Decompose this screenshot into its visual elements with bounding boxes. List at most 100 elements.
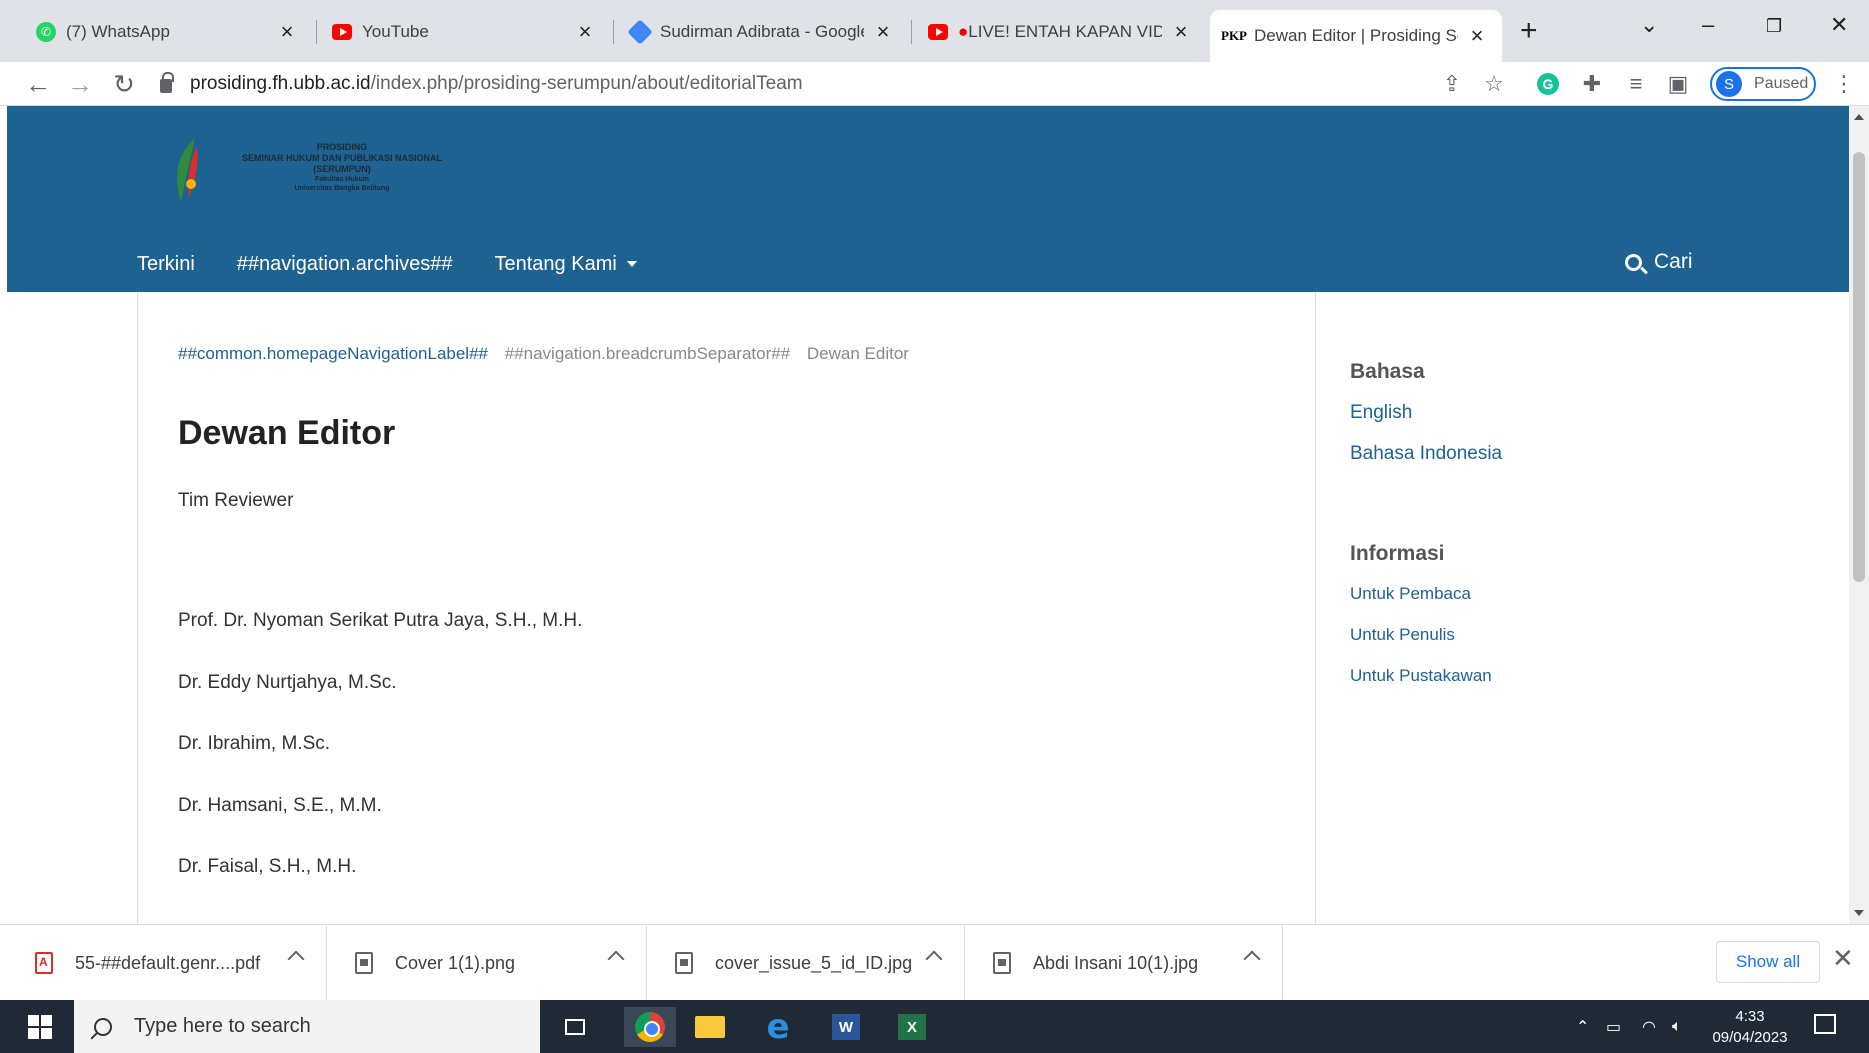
nav-archives[interactable]: ##navigation.archives## (237, 253, 453, 276)
forward-button[interactable]: → (62, 66, 98, 102)
scroll-down-icon[interactable] (1854, 910, 1864, 916)
avatar: S (1716, 71, 1742, 97)
scrollbar-thumb[interactable] (1853, 152, 1865, 582)
close-icon[interactable]: × (872, 19, 894, 45)
tab-separator (316, 20, 317, 44)
address-bar[interactable]: prosiding.fh.ubb.ac.id/index.php/prosidi… (160, 64, 1440, 104)
wifi-icon[interactable]: ◠ (1642, 1000, 1656, 1053)
bookmark-star-icon[interactable]: ☆ (1480, 70, 1508, 98)
clock-date: 09/04/2023 (1712, 1029, 1788, 1046)
search-link[interactable]: Cari (1625, 250, 1693, 274)
edge-icon[interactable]: e (758, 1007, 798, 1047)
url-path: /index.php/prosiding-serumpun/about/edit… (370, 73, 803, 94)
member-list: Prof. Dr. Nyoman Serikat Putra Jaya, S.H… (178, 610, 582, 918)
grammarly-icon[interactable]: G (1534, 70, 1562, 98)
tab-google-scholar[interactable]: Sudirman Adibrata - Google × (616, 10, 908, 54)
download-item[interactable]: Abdi Insani 10(1).jpg (965, 925, 1283, 1001)
excel-icon[interactable]: X (892, 1007, 932, 1047)
tab-search-icon[interactable]: ⌄ (1640, 12, 1658, 38)
info-heading: Informasi (1350, 542, 1445, 565)
menu-kebab-icon[interactable]: ⋮ (1830, 70, 1858, 98)
download-item[interactable]: Cover 1(1).png (327, 925, 647, 1001)
minimize-button[interactable]: – (1702, 12, 1714, 38)
close-icon[interactable]: × (574, 19, 596, 45)
pkp-icon: PKP (1221, 26, 1247, 46)
breadcrumb-current: Dewan Editor (806, 344, 909, 363)
close-icon[interactable]: × (1466, 23, 1488, 49)
tray-chevron-icon[interactable]: ⌃ (1576, 1000, 1589, 1053)
main-navigation: Terkini ##navigation.archives## Tentang … (137, 246, 679, 282)
breadcrumb: ##common.homepageNavigationLabel## ##nav… (178, 344, 921, 364)
breadcrumb-home-link[interactable]: ##common.homepageNavigationLabel## (178, 344, 488, 363)
nav-about[interactable]: Tentang Kami (495, 253, 637, 276)
download-item[interactable]: cover_issue_5_id_ID.jpg (647, 925, 965, 1001)
image-file-icon (675, 952, 693, 974)
tab-dewan-editor[interactable]: PKP Dewan Editor | Prosiding Ser × (1210, 10, 1502, 62)
page-scrollbar[interactable] (1849, 106, 1869, 924)
live-dot-icon: ● (958, 22, 969, 41)
chevron-up-icon[interactable] (1243, 950, 1261, 968)
download-filename: Abdi Insani 10(1).jpg (1033, 952, 1199, 973)
info-link-authors[interactable]: Untuk Penulis (1350, 625, 1492, 666)
word-icon[interactable]: W (826, 1007, 866, 1047)
side-panel-icon[interactable]: ▣ (1664, 70, 1692, 98)
windows-start-icon[interactable] (28, 1015, 52, 1039)
chevron-up-icon[interactable] (287, 950, 305, 968)
list-item: Dr. Eddy Nurtjahya, M.Sc. (178, 671, 397, 693)
list-item: Dr. Ibrahim, M.Sc. (178, 733, 331, 754)
close-icon[interactable]: × (1170, 19, 1192, 45)
reading-list-icon[interactable]: ≡ (1622, 70, 1650, 98)
logo-line: (SERUMPUN) (313, 164, 371, 174)
show-all-button[interactable]: Show all (1716, 941, 1820, 983)
share-icon[interactable]: ⇪ (1438, 70, 1466, 98)
taskbar-search-placeholder: Type here to search (134, 1015, 311, 1037)
logo-text: PROSIDING SEMINAR HUKUM DAN PUBLIKASI NA… (217, 142, 467, 193)
profile-button[interactable]: S Paused (1710, 67, 1816, 101)
download-item[interactable]: 55-##default.genr....pdf (7, 925, 327, 1001)
downloads-bar: 55-##default.genr....pdf Cover 1(1).png … (0, 924, 1869, 1001)
taskbar-search-input[interactable]: Type here to search (74, 1000, 540, 1053)
download-filename: cover_issue_5_id_ID.jpg (715, 952, 913, 973)
tab-whatsapp[interactable]: ✆ (7) WhatsApp × (22, 10, 312, 54)
tab-youtube[interactable]: YouTube × (318, 10, 610, 54)
chrome-icon[interactable] (624, 1007, 676, 1047)
notification-icon[interactable] (1814, 1014, 1836, 1034)
language-block: Bahasa English Bahasa Indonesia (1350, 360, 1502, 484)
search-label: Cari (1654, 250, 1693, 273)
browser-toolbar: ← → ↻ prosiding.fh.ubb.ac.id/index.php/p… (0, 62, 1869, 106)
reload-button[interactable]: ↻ (106, 66, 142, 102)
logo-line: PROSIDING (316, 142, 368, 152)
info-link-librarians[interactable]: Untuk Pustakawan (1350, 666, 1492, 707)
chevron-up-icon[interactable] (607, 950, 625, 968)
language-link-english[interactable]: English (1350, 402, 1502, 443)
info-link-readers[interactable]: Untuk Pembaca (1350, 584, 1492, 625)
chevron-up-icon[interactable] (925, 950, 943, 968)
list-item: Prof. Dr. Nyoman Serikat Putra Jaya, S.H… (178, 610, 583, 631)
close-window-button[interactable]: ✕ (1830, 12, 1848, 38)
google-scholar-icon (627, 19, 653, 45)
scroll-up-icon[interactable] (1854, 114, 1864, 120)
site-header: PROSIDING SEMINAR HUKUM DAN PUBLIKASI NA… (7, 106, 1849, 292)
tab-youtube-live[interactable]: ●LIVE! ENTAH KAPAN VIDE × (914, 10, 1206, 54)
info-block: Informasi Untuk Pembaca Untuk Penulis Un… (1350, 542, 1492, 707)
restore-button[interactable]: ❐ (1766, 16, 1782, 37)
nav-home[interactable]: Terkini (137, 253, 195, 276)
new-tab-button[interactable]: + (1520, 14, 1538, 48)
site-logo[interactable]: PROSIDING SEMINAR HUKUM DAN PUBLIKASI NA… (157, 126, 467, 221)
file-explorer-icon[interactable] (690, 1007, 730, 1047)
pdf-file-icon (35, 952, 53, 974)
task-view-icon[interactable] (555, 1007, 595, 1047)
lock-icon[interactable] (160, 72, 174, 93)
close-icon[interactable]: ✕ (1832, 943, 1854, 974)
language-link-indonesia[interactable]: Bahasa Indonesia (1350, 443, 1502, 484)
battery-icon[interactable]: ▭ (1606, 1000, 1621, 1053)
breadcrumb-separator: ##navigation.breadcrumbSeparator## (504, 344, 791, 363)
back-button[interactable]: ← (20, 66, 56, 102)
volume-icon[interactable]: 🔈︎ (1672, 1000, 1682, 1053)
nav-about-label: Tentang Kami (494, 252, 617, 275)
caret-down-icon (626, 261, 637, 268)
extensions-icon[interactable]: ✚ (1578, 70, 1606, 98)
taskbar-clock[interactable]: 4:33 09/04/2023 (1704, 1006, 1796, 1048)
close-icon[interactable]: × (276, 19, 298, 45)
clock-time: 4:33 (1735, 1008, 1765, 1025)
